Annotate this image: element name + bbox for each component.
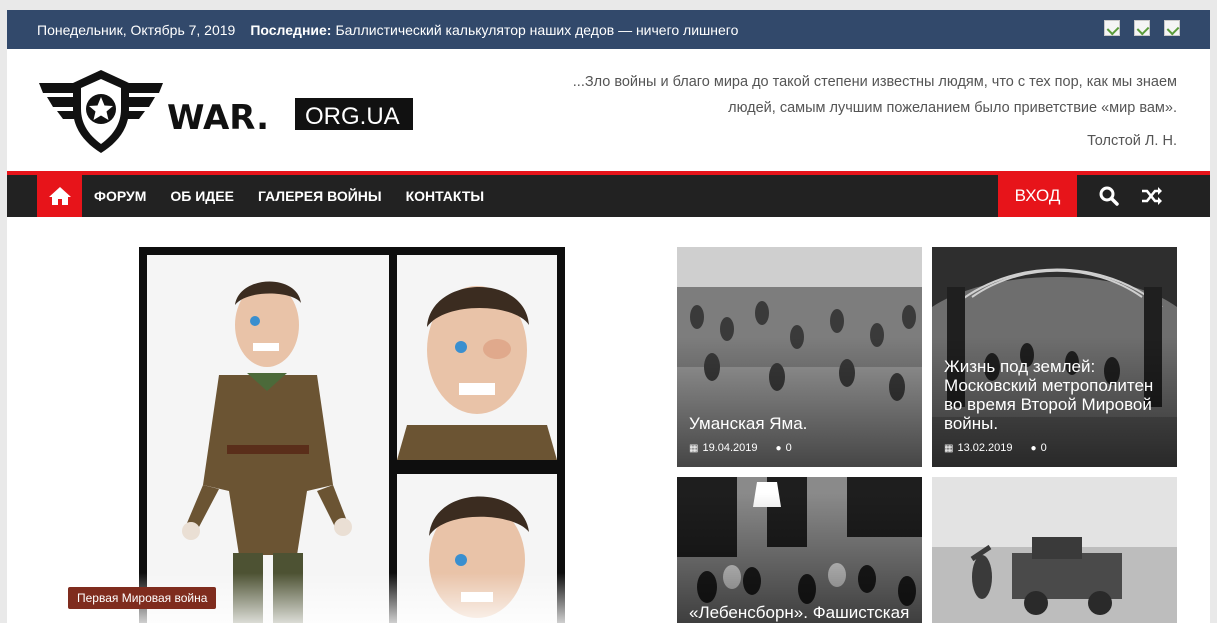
calendar-icon: ▦ xyxy=(944,442,954,454)
nav-item-about[interactable]: ОБ ИДЕЕ xyxy=(170,188,234,204)
post-date[interactable]: 13.02.2019 xyxy=(957,442,1012,454)
social-icon[interactable] xyxy=(1164,20,1180,36)
post-title[interactable]: Уманская Яма. xyxy=(689,414,910,433)
login-button[interactable]: ВХОД xyxy=(998,175,1077,217)
comment-icon: ● xyxy=(1030,442,1037,454)
calendar-icon: ▦ xyxy=(689,442,699,454)
site-logo[interactable]: WAR. ORG.UA xyxy=(37,69,417,155)
nav-item-contacts[interactable]: КОНТАКТЫ xyxy=(406,188,484,204)
site-header: WAR. ORG.UA ...Зло войны и благо мира до… xyxy=(7,49,1210,171)
social-icon[interactable] xyxy=(1104,20,1120,36)
tagline-author: Толстой Л. Н. xyxy=(1087,133,1177,149)
post-tile[interactable]: Жизнь под землей: Московский метрополите… xyxy=(932,247,1177,467)
logo-text: WAR. xyxy=(167,98,269,138)
shuffle-icon xyxy=(1142,187,1162,205)
featured-image[interactable] xyxy=(139,247,565,623)
doll-photo-main xyxy=(147,255,389,623)
nav-item-forum[interactable]: ФОРУМ xyxy=(94,188,146,204)
doll-photo-face xyxy=(397,255,557,460)
post-tile[interactable]: «Лебенсборн». Фашистская xyxy=(677,477,922,623)
latest-news-link[interactable]: Баллистический калькулятор наших дедов —… xyxy=(335,22,738,38)
top-bar: Понедельник, Октябрь 7, 2019 Последние: … xyxy=(7,10,1210,49)
latest-label: Последние: xyxy=(250,21,332,38)
main-nav: ФОРУМ ОБ ИДЕЕ ГАЛЕРЕЯ ВОЙНЫ КОНТАКТЫ ВХО… xyxy=(7,171,1210,217)
post-meta: ▦ 13.02.2019 ● 0 xyxy=(944,442,1047,454)
social-icon[interactable] xyxy=(1134,20,1150,36)
post-date[interactable]: 19.04.2019 xyxy=(702,442,757,454)
page: Понедельник, Октябрь 7, 2019 Последние: … xyxy=(7,10,1210,623)
social-links xyxy=(1104,20,1180,36)
comment-count[interactable]: 0 xyxy=(786,442,792,454)
nav-menu: ФОРУМ ОБ ИДЕЕ ГАЛЕРЕЯ ВОЙНЫ КОНТАКТЫ xyxy=(94,175,484,217)
home-icon xyxy=(48,187,71,205)
comment-count[interactable]: 0 xyxy=(1041,442,1047,454)
post-tile[interactable] xyxy=(932,477,1177,623)
logo-domain: ORG.UA xyxy=(305,103,400,130)
search-button[interactable] xyxy=(1099,186,1119,211)
post-tile[interactable]: Уманская Яма. ▦ 19.04.2019 ● 0 xyxy=(677,247,922,467)
site-tagline: ...Зло войны и благо мира до такой степе… xyxy=(572,74,1177,116)
featured-post[interactable]: Первая Мировая война xyxy=(37,247,667,623)
current-date: Понедельник, Октябрь 7, 2019 xyxy=(37,21,236,38)
post-title[interactable]: «Лебенсборн». Фашистская xyxy=(689,603,910,622)
category-badge[interactable]: Первая Мировая война xyxy=(68,587,217,609)
search-icon xyxy=(1099,186,1119,206)
post-meta: ▦ 19.04.2019 ● 0 xyxy=(689,442,792,454)
post-title[interactable]: Жизнь под землей: Московский метрополите… xyxy=(944,357,1165,433)
random-post-button[interactable] xyxy=(1141,186,1163,211)
home-button[interactable] xyxy=(37,175,82,217)
comment-icon: ● xyxy=(775,442,782,454)
nav-item-gallery[interactable]: ГАЛЕРЕЯ ВОЙНЫ xyxy=(258,188,382,204)
